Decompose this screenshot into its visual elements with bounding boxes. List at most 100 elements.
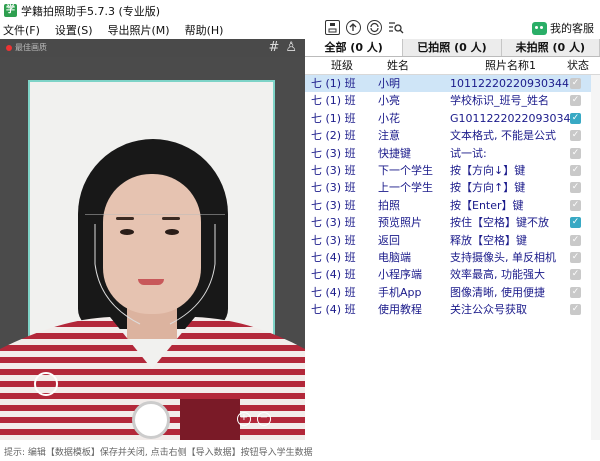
header-name[interactable]: 姓名 (387, 57, 409, 75)
title-bar: 学 学籍拍照助手5.7.3 (专业版) (0, 0, 600, 21)
cell-name: 下一个学生 (378, 163, 433, 177)
status-checkbox[interactable]: ✓ (570, 251, 581, 263)
cell-photo-name: 试一试: (450, 146, 487, 160)
table-row[interactable]: 七 (1) 班 小亮 学校标识_班号_姓名 ✓ (305, 92, 600, 109)
cell-photo-name: 图像清晰, 使用便捷 (450, 285, 545, 299)
cell-photo-name: 10112220220930344 (450, 77, 569, 90)
filter-tabs: 全部 (0 人) 已拍照 (0 人) 未拍照 (0 人) (305, 39, 600, 57)
table-row[interactable]: 七 (3) 班 返回 释放【空格】键 ✓ (305, 232, 600, 249)
camera-preview[interactable]: 最佳画质 # ♙ + − (0, 39, 305, 440)
table-row[interactable]: 七 (3) 班 预览照片 按住【空格】键不放 ✓ (305, 214, 600, 231)
user-profile-icon[interactable] (34, 372, 58, 396)
zoom-in-icon[interactable]: + (237, 412, 251, 426)
menu-export-photos[interactable]: 导出照片(M) (108, 22, 170, 38)
cell-name: 电脑端 (378, 250, 411, 264)
status-checkbox[interactable]: ✓ (570, 147, 581, 159)
status-checkbox[interactable]: ✓ (570, 95, 581, 107)
menu-settings[interactable]: 设置(S) (55, 22, 93, 38)
cell-class: 七 (4) 班 (311, 285, 356, 299)
cell-class: 七 (4) 班 (311, 303, 356, 317)
wechat-icon (532, 21, 547, 35)
status-checkbox[interactable]: ✓ (570, 112, 581, 124)
status-checkbox[interactable]: ✓ (570, 182, 581, 194)
window-title: 学籍拍照助手5.7.3 (专业版) (21, 4, 161, 18)
table-row[interactable]: 七 (4) 班 电脑端 支持摄像头, 单反相机 ✓ (305, 249, 600, 266)
table-header: 班级 姓名 照片名称1 状态 (305, 57, 600, 75)
header-photo-name[interactable]: 照片名称1 (485, 57, 536, 75)
cell-class: 七 (4) 班 (311, 268, 356, 282)
status-checkbox[interactable]: ✓ (570, 304, 581, 316)
table-row[interactable]: 七 (2) 班 注意 文本格式, 不能是公式 ✓ (305, 127, 600, 144)
sync-icon[interactable] (367, 20, 382, 35)
cell-name: 小程序端 (378, 268, 422, 282)
table-row[interactable]: 七 (3) 班 拍照 按【Enter】键 ✓ (305, 197, 600, 214)
cell-class: 七 (3) 班 (311, 233, 356, 247)
status-checkbox[interactable]: ✓ (570, 286, 581, 298)
status-checkbox[interactable]: ✓ (570, 269, 581, 281)
cell-class: 七 (3) 班 (311, 146, 356, 160)
tab-all[interactable]: 全部 (0 人) (305, 39, 404, 56)
cell-class: 七 (2) 班 (311, 129, 356, 143)
student-table-body: 七 (1) 班小明 10112220220930344 ✓ 七 (1) 班小亮 学校标识… (305, 75, 600, 318)
cell-name: 使用教程 (378, 303, 422, 317)
quality-hint: 最佳画质 (15, 43, 47, 52)
table-row[interactable]: 七 (3) 班 快捷键 试一试: ✓ (305, 145, 600, 162)
status-checkbox[interactable]: ✓ (570, 217, 581, 229)
cell-name: 小亮 (378, 94, 400, 108)
table-row[interactable]: 七 (3) 班 下一个学生 按【方向↓】键 ✓ (305, 162, 600, 179)
header-status[interactable]: 状态 (567, 57, 589, 75)
table-row[interactable]: 七 (4) 班 手机App 图像清晰, 使用便捷 ✓ (305, 284, 600, 301)
vertical-scrollbar[interactable] (591, 75, 600, 440)
tab-photographed[interactable]: 已拍照 (0 人) (403, 39, 502, 56)
app-window: 学 学籍拍照助手5.7.3 (专业版) 文件(F) 设置(S) 导出照片(M) … (0, 0, 600, 461)
table-row[interactable]: 七 (1) 班 小花 G10112220220930345 ✓ (305, 110, 600, 127)
cell-class: 七 (1) 班 (311, 111, 356, 125)
table-row[interactable]: 七 (1) 班 小明 10112220220930344 ✓ (305, 75, 600, 93)
cell-name: 返回 (378, 233, 400, 247)
cell-photo-name: G10112220220930345 (450, 111, 578, 125)
cell-photo-name: 支持摄像头, 单反相机 (450, 250, 556, 264)
tab-not-photographed[interactable]: 未拍照 (0 人) (502, 39, 600, 56)
table-row[interactable]: 七 (4) 班 使用教程 关注公众号获取 ✓ (305, 301, 600, 318)
cell-photo-name: 文本格式, 不能是公式 (450, 129, 556, 143)
status-checkbox[interactable]: ✓ (570, 234, 581, 246)
cell-name: 小明 (378, 77, 400, 90)
customer-service-label: 我的客服 (550, 22, 594, 35)
cell-photo-name: 按【Enter】键 (450, 198, 524, 212)
face-guide-outline (85, 214, 225, 325)
zoom-out-icon[interactable]: − (257, 412, 271, 426)
cell-photo-name: 关注公众号获取 (450, 303, 527, 317)
search-list-icon[interactable] (388, 20, 404, 35)
cell-name: 注意 (378, 129, 400, 143)
menu-bar: 文件(F) 设置(S) 导出照片(M) 帮助(H) (0, 21, 600, 39)
person-outline-icon[interactable]: ♙ (285, 40, 297, 55)
cell-name: 上一个学生 (378, 181, 433, 195)
grid-toggle-icon[interactable]: # (268, 40, 279, 55)
menu-file[interactable]: 文件(F) (3, 22, 40, 38)
cell-photo-name: 学校标识_班号_姓名 (450, 94, 549, 108)
status-bar: 提示: 编辑【数据模板】保存并关闭, 点击右侧【导入数据】按钮导入学生数据 (0, 440, 600, 461)
upload-icon[interactable] (346, 20, 361, 35)
toolbar (325, 20, 404, 35)
cell-class: 七 (4) 班 (311, 250, 356, 264)
cell-name: 手机App (378, 285, 422, 299)
cell-name: 预览照片 (378, 216, 422, 230)
header-class[interactable]: 班级 (331, 57, 353, 75)
table-row[interactable]: 七 (4) 班 小程序端 效率最高, 功能强大 ✓ (305, 266, 600, 283)
cell-photo-name: 按【方向↓】键 (450, 163, 526, 177)
status-checkbox[interactable]: ✓ (570, 199, 581, 211)
cell-name: 快捷键 (378, 146, 411, 160)
save-icon[interactable] (325, 20, 340, 35)
cell-photo-name: 按住【空格】键不放 (450, 216, 549, 230)
cell-class: 七 (1) 班 (311, 94, 356, 108)
shutter-button[interactable] (132, 401, 170, 439)
record-indicator-icon (6, 45, 12, 51)
customer-service-button[interactable]: 我的客服 (532, 20, 594, 36)
status-checkbox[interactable]: ✓ (570, 78, 581, 89)
status-checkbox[interactable]: ✓ (570, 164, 581, 176)
cell-class: 七 (3) 班 (311, 216, 356, 230)
menu-help[interactable]: 帮助(H) (185, 22, 224, 38)
status-checkbox[interactable]: ✓ (570, 130, 581, 142)
table-row[interactable]: 七 (3) 班 上一个学生 按【方向↑】键 ✓ (305, 179, 600, 196)
cell-photo-name: 效率最高, 功能强大 (450, 268, 545, 282)
